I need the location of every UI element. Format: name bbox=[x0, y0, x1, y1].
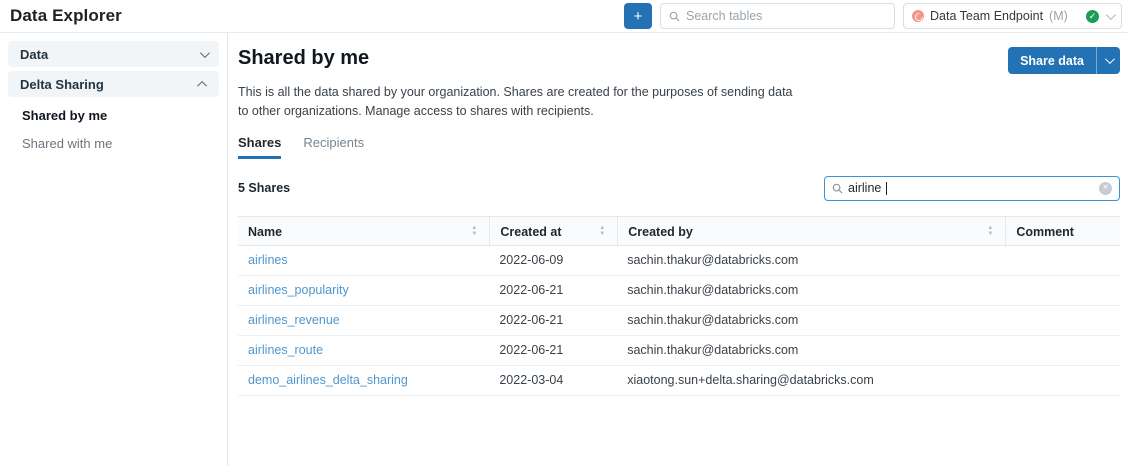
cell-name: airlines bbox=[238, 253, 489, 267]
share-data-dropdown-button[interactable] bbox=[1096, 47, 1120, 74]
topbar-actions: + Data Team Endpoint (M) ✓ bbox=[624, 3, 1122, 29]
endpoint-name: Data Team Endpoint bbox=[930, 9, 1043, 23]
main-header: Shared by me Share data bbox=[238, 47, 1120, 74]
share-name-link[interactable]: airlines bbox=[248, 253, 288, 267]
sort-icon[interactable]: ▲▼ bbox=[471, 226, 479, 237]
tab-shares[interactable]: Shares bbox=[238, 135, 281, 159]
share-name-link[interactable]: airlines_route bbox=[248, 343, 323, 357]
table-row: airlines 2022-06-09sachin.thakur@databric… bbox=[238, 246, 1120, 276]
cell-name: airlines_revenue bbox=[238, 313, 489, 327]
sort-icon[interactable]: ▲▼ bbox=[599, 226, 607, 237]
search-icon bbox=[832, 183, 843, 194]
sidebar-item-shared-with-me[interactable]: Shared with me bbox=[8, 129, 219, 157]
share-name-link[interactable]: demo_airlines_delta_sharing bbox=[248, 373, 408, 387]
share-data-split-button: Share data bbox=[1008, 47, 1120, 74]
tab-recipients[interactable]: Recipients bbox=[303, 135, 364, 159]
filter-value: airline bbox=[848, 181, 881, 195]
cell-created-by: xiaotong.sun+delta.sharing@databricks.co… bbox=[617, 373, 1005, 387]
cell-created-at: 2022-06-21 bbox=[489, 313, 617, 327]
cell-created-at: 2022-06-21 bbox=[489, 343, 617, 357]
column-header-created-at[interactable]: Created at ▲▼ bbox=[489, 217, 617, 247]
share-data-button[interactable]: Share data bbox=[1008, 47, 1096, 74]
endpoint-running-icon: ✓ bbox=[1086, 10, 1099, 23]
column-header-created-by[interactable]: Created by ▲▼ bbox=[617, 217, 1005, 247]
cell-created-by: sachin.thakur@databricks.com bbox=[617, 343, 1005, 357]
main-content: Shared by me Share data This is all the … bbox=[228, 33, 1128, 466]
search-tables-input[interactable] bbox=[686, 9, 886, 23]
endpoint-selector[interactable]: Data Team Endpoint (M) ✓ bbox=[903, 3, 1122, 29]
column-header-comment[interactable]: Comment bbox=[1005, 217, 1120, 247]
table-row: airlines_revenue 2022-06-21sachin.thakur@… bbox=[238, 306, 1120, 336]
global-search[interactable] bbox=[660, 3, 895, 29]
chevron-down-icon bbox=[1106, 10, 1116, 20]
endpoint-icon bbox=[912, 10, 924, 22]
filter-shares-input[interactable]: airline × bbox=[824, 176, 1120, 201]
cell-created-by: sachin.thakur@databricks.com bbox=[617, 313, 1005, 327]
share-name-link[interactable]: airlines_popularity bbox=[248, 283, 349, 297]
sort-icon[interactable]: ▲▼ bbox=[987, 226, 995, 237]
sidebar-section-data[interactable]: Data bbox=[8, 41, 219, 67]
cell-created-by: sachin.thakur@databricks.com bbox=[617, 283, 1005, 297]
endpoint-size: (M) bbox=[1049, 9, 1068, 23]
table-header-row: Name ▲▼ Created at ▲▼ Created by ▲▼ Comm… bbox=[238, 216, 1120, 246]
chevron-down-icon bbox=[1105, 54, 1115, 64]
shares-table: Name ▲▼ Created at ▲▼ Created by ▲▼ Comm… bbox=[238, 216, 1120, 396]
cell-created-by: sachin.thakur@databricks.com bbox=[617, 253, 1005, 267]
search-icon bbox=[669, 11, 680, 22]
share-name-link[interactable]: airlines_revenue bbox=[248, 313, 340, 327]
cell-created-at: 2022-06-21 bbox=[489, 283, 617, 297]
cell-name: airlines_popularity bbox=[238, 283, 489, 297]
sidebar-section-label: Delta Sharing bbox=[20, 77, 104, 92]
sidebar-section-label: Data bbox=[20, 47, 48, 62]
sidebar: Data Delta Sharing Shared by me Shared w… bbox=[0, 33, 228, 466]
table-row: airlines_popularity 2022-06-21sachin.thak… bbox=[238, 276, 1120, 306]
table-row: airlines_route 2022-06-21sachin.thakur@da… bbox=[238, 336, 1120, 366]
shares-count: 5 Shares bbox=[238, 181, 290, 195]
table-row: demo_airlines_delta_sharing 2022-03-04xia… bbox=[238, 366, 1120, 396]
cell-created-at: 2022-06-09 bbox=[489, 253, 617, 267]
chevron-down-icon bbox=[200, 48, 210, 58]
app-title: Data Explorer bbox=[10, 6, 122, 26]
shares-table-body: airlines2022-06-09sachin.thakur@databric… bbox=[238, 246, 1120, 396]
sidebar-section-delta-sharing[interactable]: Delta Sharing bbox=[8, 71, 219, 97]
list-controls: 5 Shares airline × bbox=[238, 176, 1120, 201]
clear-filter-icon[interactable]: × bbox=[1099, 182, 1112, 195]
cell-name: airlines_route bbox=[238, 343, 489, 357]
top-bar: Data Explorer + Data Team Endpoint (M) ✓ bbox=[0, 0, 1128, 33]
endpoint-state: ✓ bbox=[1086, 10, 1113, 23]
page-title: Shared by me bbox=[238, 47, 369, 70]
column-header-name[interactable]: Name ▲▼ bbox=[238, 217, 489, 247]
cell-created-at: 2022-03-04 bbox=[489, 373, 617, 387]
add-button[interactable]: + bbox=[624, 3, 652, 29]
text-cursor bbox=[886, 182, 887, 195]
chevron-up-icon bbox=[197, 80, 207, 90]
cell-name: demo_airlines_delta_sharing bbox=[238, 373, 489, 387]
sidebar-item-shared-by-me[interactable]: Shared by me bbox=[8, 101, 219, 129]
tab-bar: Shares Recipients bbox=[238, 135, 1120, 159]
page-description: This is all the data shared by your orga… bbox=[238, 83, 803, 122]
